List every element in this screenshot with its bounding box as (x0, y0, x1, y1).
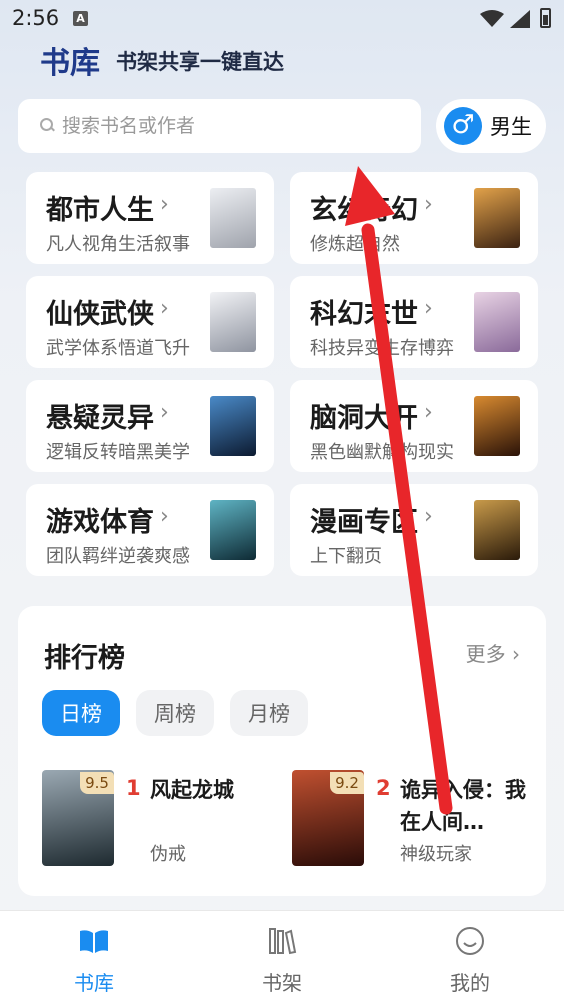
search-icon (40, 118, 56, 134)
category-card-fantasy[interactable]: 玄幻奇幻 › 修炼超自然 (290, 172, 538, 264)
category-subtitle: 修炼超自然 (310, 234, 400, 255)
category-card-scifi[interactable]: 科幻末世 › 科技异变生存博弈 (290, 276, 538, 368)
chevron-right-icon: › (160, 504, 169, 529)
status-time: 2:56 (12, 6, 60, 30)
male-icon: ♂ (444, 107, 482, 145)
category-title: 漫画专区 (310, 507, 418, 538)
chevron-right-icon: › (424, 504, 433, 529)
battery-icon (540, 8, 551, 28)
category-cover-image (474, 500, 520, 560)
category-card-brainstorm[interactable]: 脑洞大开 › 黑色幽默解构现实 (290, 380, 538, 472)
tab-weekly[interactable]: 周榜 (136, 690, 214, 736)
category-cover-image (210, 188, 256, 248)
ranking-panel: 排行榜 更多 › 日榜 周榜 月榜 9.5 1 风起龙城 伪戒 9.2 2 诡异… (18, 606, 546, 896)
category-subtitle: 逻辑反转暗黑美学 (46, 442, 190, 463)
category-title: 游戏体育 (46, 507, 154, 538)
category-cover-image (474, 188, 520, 248)
category-title: 都市人生 (46, 195, 154, 226)
gender-label: 男生 (490, 115, 532, 139)
category-title: 仙侠武侠 (46, 299, 154, 330)
tab-monthly[interactable]: 月榜 (230, 690, 308, 736)
category-cover-image (474, 396, 520, 456)
category-card-urban[interactable]: 都市人生 › 凡人视角生活叙事 (26, 172, 274, 264)
category-subtitle: 上下翻页 (310, 546, 382, 567)
ranking-tabs: 日榜 周榜 月榜 (42, 690, 308, 736)
page-title: 书库 (40, 46, 100, 81)
book-title: 风起龙城 (150, 778, 234, 802)
chevron-right-icon: › (424, 192, 433, 217)
smiley-icon (456, 927, 484, 955)
more-link[interactable]: 更多 › (466, 638, 520, 667)
category-card-games-sports[interactable]: 游戏体育 › 团队羁绊逆袭爽感 (26, 484, 274, 576)
book-title: 诡异入侵：我在人间… (400, 778, 526, 834)
category-card-xianxia[interactable]: 仙侠武侠 › 武学体系悟道飞升 (26, 276, 274, 368)
category-title: 脑洞大开 (310, 403, 418, 434)
gender-toggle-button[interactable]: ♂ 男生 (436, 99, 546, 153)
status-bar: 2:56 A (0, 0, 564, 38)
signal-icon (510, 10, 530, 28)
chevron-right-icon: › (160, 192, 169, 217)
bottom-nav: 书库 书架 我的 (0, 910, 564, 1004)
tab-daily[interactable]: 日榜 (42, 690, 120, 736)
search-input[interactable] (62, 115, 382, 137)
ranking-book-item[interactable]: 9.2 2 诡异入侵：我在人间… 神级玩家 (292, 770, 532, 870)
wifi-icon (480, 10, 504, 27)
category-title: 玄幻奇幻 (310, 195, 418, 226)
category-card-comics[interactable]: 漫画专区 › 上下翻页 (290, 484, 538, 576)
chevron-right-icon: › (512, 642, 520, 666)
more-label: 更多 (465, 642, 506, 666)
category-cover-image (210, 292, 256, 352)
category-card-mystery[interactable]: 悬疑灵异 › 逻辑反转暗黑美学 (26, 380, 274, 472)
category-subtitle: 团队羁绊逆袭爽感 (46, 546, 190, 567)
category-subtitle: 黑色幽默解构现实 (310, 442, 454, 463)
score-badge: 9.5 (80, 772, 114, 794)
score-badge: 9.2 (330, 772, 364, 794)
book-author: 神级玩家 (400, 844, 472, 865)
category-subtitle: 凡人视角生活叙事 (46, 234, 190, 255)
nav-item-library[interactable]: 书库 (34, 925, 154, 996)
nav-label: 书架 (262, 971, 302, 995)
rank-number: 2 (376, 776, 391, 800)
book-open-icon (80, 930, 108, 953)
nav-item-profile[interactable]: 我的 (410, 925, 530, 996)
notification-icon: A (73, 11, 88, 26)
chevron-right-icon: › (160, 296, 169, 321)
search-bar[interactable] (18, 99, 421, 153)
rank-number: 1 (126, 776, 141, 800)
header-slogan: 书架共享一键直达 (116, 50, 284, 74)
bookshelf-icon (269, 928, 297, 955)
category-subtitle: 科技异变生存博弈 (310, 338, 454, 359)
nav-item-bookshelf[interactable]: 书架 (222, 925, 342, 996)
ranking-title: 排行榜 (44, 643, 125, 674)
chevron-right-icon: › (424, 296, 433, 321)
chevron-right-icon: › (160, 400, 169, 425)
category-cover-image (474, 292, 520, 352)
book-author: 伪戒 (150, 844, 186, 865)
category-title: 科幻末世 (310, 299, 418, 330)
chevron-right-icon: › (424, 400, 433, 425)
nav-label: 我的 (450, 971, 490, 995)
ranking-book-item[interactable]: 9.5 1 风起龙城 伪戒 (42, 770, 282, 870)
category-subtitle: 武学体系悟道飞升 (46, 338, 190, 359)
category-cover-image (210, 396, 256, 456)
category-title: 悬疑灵异 (46, 403, 154, 434)
nav-label: 书库 (74, 971, 114, 995)
category-cover-image (210, 500, 256, 560)
